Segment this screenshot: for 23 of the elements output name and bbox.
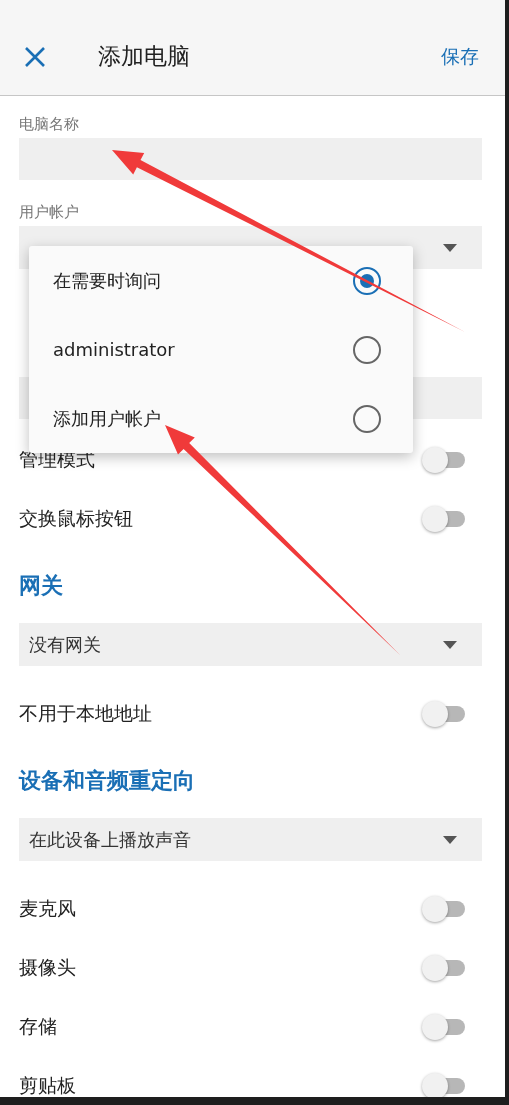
setting-label: 麦克风 xyxy=(19,895,77,921)
setting-label: 不用于本地地址 xyxy=(19,700,153,726)
save-button[interactable]: 保存 xyxy=(441,43,479,70)
field-label: 用户帐户 xyxy=(19,202,80,222)
setting-label: 剪贴板 xyxy=(19,1072,77,1097)
setting-label: 交换鼠标按钮 xyxy=(19,505,134,531)
section-heading: 设备和音频重定向 xyxy=(19,767,196,795)
setting-label: 存储 xyxy=(19,1013,58,1039)
text-field[interactable] xyxy=(19,138,482,180)
dropdown-caret-icon xyxy=(443,640,457,649)
radio-button[interactable] xyxy=(353,335,381,364)
setting-label: 摄像头 xyxy=(19,954,77,980)
dropdown[interactable]: 没有网关 xyxy=(19,623,482,666)
menu-item[interactable]: administrator xyxy=(29,315,413,384)
radio-button[interactable] xyxy=(353,404,381,433)
dropdown-caret-icon xyxy=(443,835,457,844)
menu-item[interactable]: 添加用户帐户 xyxy=(29,384,413,453)
close-icon xyxy=(24,45,46,68)
dropdown-caret-icon xyxy=(443,243,457,252)
field-label: 电脑名称 xyxy=(19,114,80,134)
section-heading: 网关 xyxy=(19,572,64,600)
dropdown[interactable]: 在此设备上播放声音 xyxy=(19,818,482,861)
page-title: 添加电脑 xyxy=(98,42,191,71)
